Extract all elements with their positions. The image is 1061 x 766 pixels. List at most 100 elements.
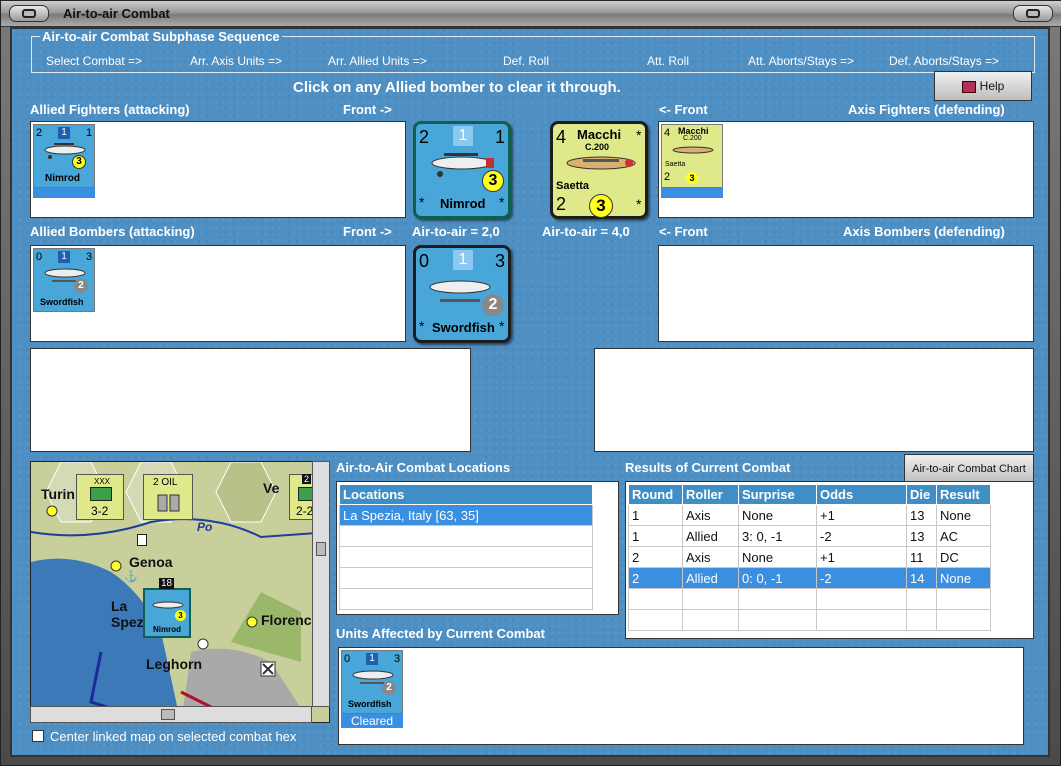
- location-row[interactable]: [339, 546, 593, 568]
- front-arrow-left-2: <- Front: [659, 224, 708, 239]
- results-row-selected[interactable]: 2 Allied 0: 0, -1 -2 14 None: [628, 567, 991, 589]
- help-button[interactable]: Help: [934, 71, 1032, 101]
- results-row[interactable]: 1 Axis None +1 13 None: [628, 504, 991, 526]
- counter-name: Swordfish: [40, 297, 84, 307]
- step-def-roll: Def. Roll: [503, 54, 550, 68]
- stack-count: 18: [159, 578, 175, 589]
- location-row[interactable]: [339, 588, 593, 610]
- col-roller: Roller: [682, 484, 739, 505]
- counter-strength: 3-2: [91, 504, 109, 518]
- counter-circle-value: 3: [686, 172, 698, 184]
- counter-size: XXX: [94, 477, 111, 486]
- counter-star-right: *: [636, 127, 642, 143]
- counter-bomb-value: 3: [495, 251, 506, 271]
- cell-surprise: None: [738, 546, 817, 568]
- locations-list[interactable]: Locations La Spezia, Italy [63, 35]: [336, 481, 619, 615]
- cell-round: 2: [628, 546, 683, 568]
- location-row[interactable]: [339, 525, 593, 547]
- axis-bombers-box[interactable]: [658, 245, 1034, 342]
- cell-odds: +1: [816, 546, 907, 568]
- macchi-large-counter[interactable]: 4 Macchi C.200 * Saetta 2 3 *: [550, 121, 648, 219]
- window-icon: [22, 9, 36, 18]
- macchi-small-counter[interactable]: 4 Macchi C.200 Saetta 2 3: [661, 124, 723, 188]
- cell-roller: Axis: [682, 504, 739, 526]
- counter-name: Macchi: [577, 127, 622, 142]
- map-nimrod-counter[interactable]: 18 3 Nimrod: [143, 578, 191, 638]
- swordfish-large-counter[interactable]: 0 1 3 2 * Swordfish *: [413, 245, 511, 343]
- combat-chart-button[interactable]: Air-to-air Combat Chart: [904, 454, 1034, 484]
- cell-odds: -2: [816, 525, 907, 547]
- axis-fighters-box[interactable]: 4 Macchi C.200 Saetta 2 3: [658, 121, 1034, 218]
- anchor-icon: ⚓: [124, 571, 138, 583]
- allied-bombers-box[interactable]: 0 1 3 2 Swordfish: [30, 245, 406, 342]
- affected-units-box[interactable]: 0 1 3 2 Swordfish Cleared: [338, 647, 1024, 745]
- counter-star-left: *: [419, 318, 425, 334]
- counter-circle-value: 2: [74, 279, 88, 293]
- map-horizontal-scrollbar[interactable]: [30, 706, 312, 723]
- selection-bar: [661, 188, 723, 198]
- help-button-label: Help: [979, 79, 1005, 93]
- location-row[interactable]: [339, 567, 593, 589]
- swordfish-affected-counter[interactable]: 0 1 3 2 Swordfish: [341, 650, 403, 714]
- oil-counter[interactable]: 2 OIL: [143, 474, 193, 520]
- locations-table: Locations La Spezia, Italy [63, 35]: [339, 484, 593, 610]
- counter-air-value: 4: [664, 127, 671, 139]
- selection-bar: [33, 188, 95, 198]
- col-odds: Odds: [816, 484, 907, 505]
- city-label-leghorn: Leghorn: [146, 656, 202, 672]
- window-title: Air-to-air Combat: [63, 6, 170, 21]
- counter-star-right: *: [499, 194, 505, 210]
- center-map-checkbox[interactable]: [32, 730, 44, 742]
- counter-star-left: *: [419, 194, 425, 210]
- allied-info-panel: [30, 348, 471, 452]
- counter-bomb-value: 1: [86, 127, 93, 139]
- counter-air-value: 2: [36, 127, 43, 139]
- cell-result: None: [936, 567, 991, 589]
- cell-surprise: None: [738, 504, 817, 526]
- instruction-text: Click on any Allied bomber to clear it t…: [293, 79, 621, 96]
- counter-range-value: 1: [58, 127, 70, 139]
- results-row[interactable]: [628, 588, 991, 610]
- infantry-counter[interactable]: XXX 3-2: [76, 474, 124, 520]
- step-def-aborts: Def. Aborts/Stays =>: [889, 54, 1000, 68]
- results-panel: Round Roller Surprise Odds Die Result 1 …: [625, 481, 1034, 639]
- counter-range-value: 1: [453, 126, 473, 146]
- cell-roller: Allied: [682, 525, 739, 547]
- counter-circle-value: 3: [72, 155, 86, 169]
- counter-bomb-value: 3: [86, 251, 93, 263]
- maximize-icon: [1026, 9, 1040, 18]
- cell-odds: +1: [816, 504, 907, 526]
- map-vscroll-thumb[interactable]: [316, 542, 326, 556]
- axis-bombers-label: Axis Bombers (defending): [843, 224, 1005, 239]
- linked-map[interactable]: Turin Genoa La Spezia Florence Leghorn V…: [30, 461, 330, 723]
- cell-die: 14: [906, 567, 937, 589]
- counter-air-value: 0: [344, 653, 351, 665]
- map-hscroll-thumb[interactable]: [161, 709, 175, 720]
- locations-title: Air-to-Air Combat Locations: [336, 460, 511, 475]
- river-label-po: Po: [197, 520, 213, 534]
- results-row[interactable]: 1 Allied 3: 0, -1 -2 13 AC: [628, 525, 991, 547]
- axis-fighters-label: Axis Fighters (defending): [848, 102, 1005, 117]
- counter-star-left: *: [636, 196, 642, 212]
- locations-header: Locations: [339, 484, 593, 505]
- results-row[interactable]: [628, 609, 991, 631]
- cell-surprise: 3: 0, -1: [738, 525, 817, 547]
- map-vertical-scrollbar[interactable]: [312, 461, 330, 707]
- allied-fighters-box[interactable]: 2 1 1 3 Nimrod: [30, 121, 406, 218]
- counter-circle-value: 2: [482, 294, 504, 316]
- location-cell: La Spezia, Italy [63, 35]: [339, 504, 593, 526]
- swordfish-small-counter[interactable]: 0 1 3 2 Swordfish: [33, 248, 95, 312]
- location-row[interactable]: La Spezia, Italy [63, 35]: [339, 504, 593, 526]
- counter-circle-value: 3: [589, 194, 613, 218]
- system-menu-button[interactable]: [9, 5, 49, 22]
- maximize-button[interactable]: [1013, 5, 1053, 22]
- subphase-sequence: Air-to-air Combat Subphase Sequence Sele…: [31, 29, 1035, 73]
- counter-nickname: Saetta: [556, 180, 590, 192]
- nimrod-small-counter[interactable]: 2 1 1 3 Nimrod: [33, 124, 95, 188]
- city-label-florence: Florence: [261, 612, 320, 628]
- title-bar: Air-to-air Combat: [1, 1, 1061, 27]
- nimrod-large-counter[interactable]: 2 1 1 3 * Nimrod *: [413, 121, 511, 219]
- cell-die: 11: [906, 546, 937, 568]
- counter-name: Swordfish: [348, 699, 392, 709]
- results-row[interactable]: 2 Axis None +1 11 DC: [628, 546, 991, 568]
